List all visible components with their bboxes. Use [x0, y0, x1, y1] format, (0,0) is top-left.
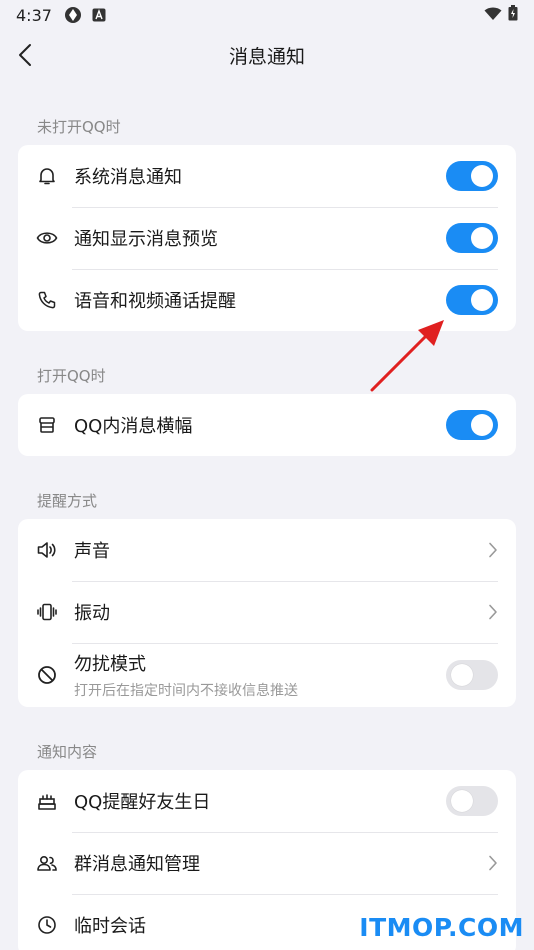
banner-icon [18, 415, 74, 435]
cake-icon [18, 790, 74, 812]
do-not-disturb-toggle[interactable] [446, 660, 498, 690]
row-do-not-disturb[interactable]: 勿扰模式 打开后在指定时间内不接收信息推送 [18, 643, 516, 707]
row-label: 语音和视频通话提醒 [74, 291, 236, 312]
section-label-open: 打开QQ时 [37, 367, 106, 385]
card-open: QQ内消息横幅 [18, 394, 516, 456]
chevron-right-icon [489, 604, 497, 620]
row-label: 声音 [74, 541, 110, 562]
row-label: 临时会话 [74, 916, 146, 937]
eye-icon [18, 230, 74, 246]
row-label: QQ内消息横幅 [74, 416, 193, 437]
row-label: 系统消息通知 [74, 167, 182, 188]
row-preview[interactable]: 通知显示消息预览 [18, 207, 516, 269]
preview-toggle[interactable] [446, 223, 498, 253]
card-not-open: 系统消息通知 通知显示消息预览 语音和视频通话提醒 [18, 145, 516, 331]
do-not-disturb-icon [18, 665, 74, 685]
watermark: ITMOP.COM [359, 913, 524, 942]
row-label: QQ提醒好友生日 [74, 792, 211, 813]
row-birthday[interactable]: QQ提醒好友生日 [18, 770, 516, 832]
row-sound[interactable]: 声音 [18, 519, 516, 581]
annotation-arrow-icon [370, 320, 444, 392]
card-reminder-mode: 声音 振动 勿扰模式 打开后在指定时间内不接收信息推送 [18, 519, 516, 707]
clock-icon [18, 915, 74, 935]
bell-icon [18, 166, 74, 186]
wifi-icon [484, 6, 502, 25]
page-title: 消息通知 [228, 45, 305, 68]
row-label: 勿扰模式 [74, 654, 146, 675]
back-button[interactable] [12, 42, 38, 68]
status-time: 4:37 [16, 5, 52, 25]
system-notification-toggle[interactable] [446, 161, 498, 191]
row-label: 振动 [74, 603, 110, 624]
status-bar: 4:37 [0, 0, 534, 30]
group-icon [18, 853, 74, 873]
section-label-not-open: 未打开QQ时 [37, 118, 121, 136]
chevron-right-icon [489, 542, 497, 558]
call-reminder-toggle[interactable] [446, 285, 498, 315]
row-sublabel: 打开后在指定时间内不接收信息推送 [74, 683, 298, 699]
row-label: 群消息通知管理 [74, 854, 200, 875]
phone-icon [18, 290, 74, 310]
speaker-icon [18, 540, 74, 560]
nav-bar: 消息通知 [0, 30, 534, 80]
keyboard-notification-icon [92, 8, 106, 22]
row-group-management[interactable]: 群消息通知管理 [18, 832, 516, 894]
vibrate-icon [18, 602, 74, 622]
row-system-notification[interactable]: 系统消息通知 [18, 145, 516, 207]
row-vibrate[interactable]: 振动 [18, 581, 516, 643]
banner-toggle[interactable] [446, 410, 498, 440]
section-label-reminder-mode: 提醒方式 [37, 492, 98, 510]
chevron-left-icon [19, 44, 31, 66]
app-notification-icon [64, 6, 82, 24]
row-label: 通知显示消息预览 [74, 229, 218, 250]
row-banner[interactable]: QQ内消息横幅 [18, 394, 516, 456]
battery-icon [508, 5, 518, 25]
chevron-right-icon [489, 855, 497, 871]
birthday-toggle[interactable] [446, 786, 498, 816]
section-label-notification-content: 通知内容 [37, 743, 98, 761]
